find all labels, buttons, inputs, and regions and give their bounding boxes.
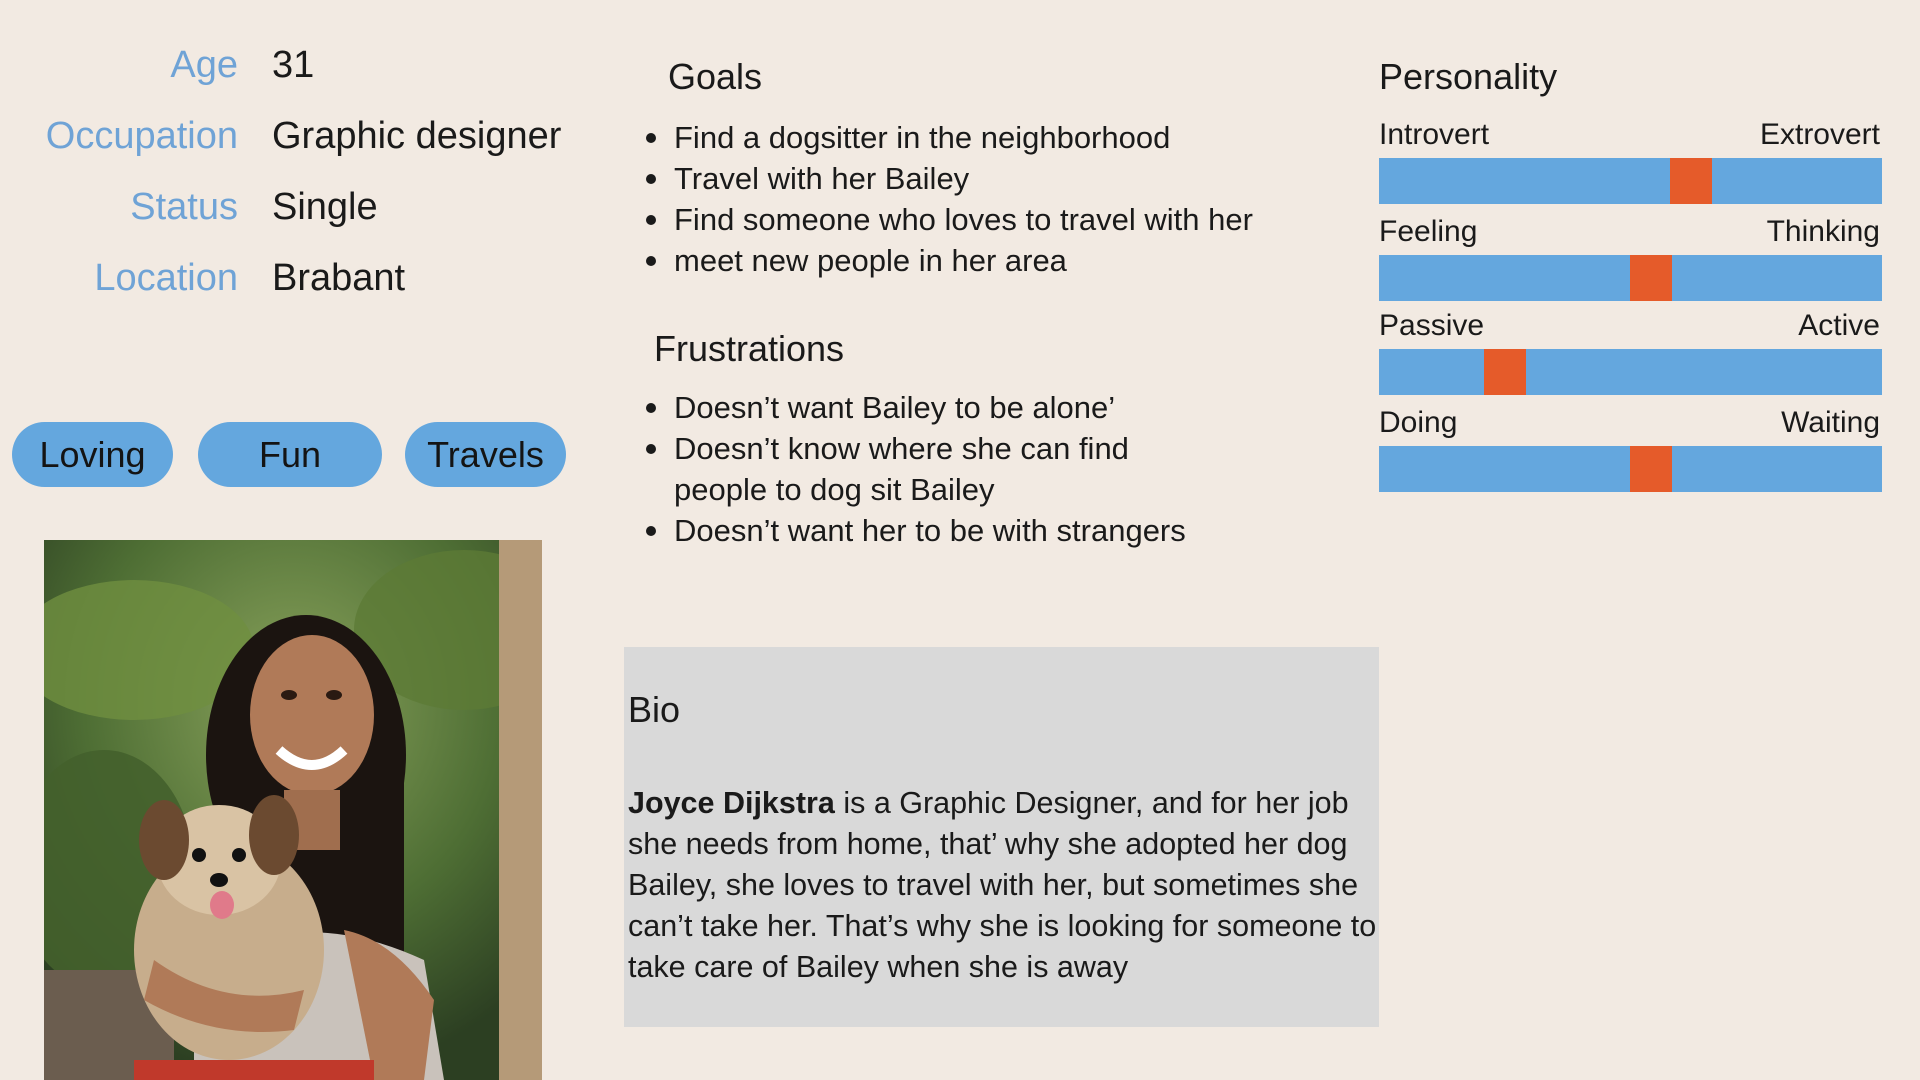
age-label: Age [170,44,238,86]
age-value: 31 [272,44,315,86]
frustration-item: Doesn’t want her to be with strangers [644,510,1186,551]
trait-left-label: Doing [1379,406,1458,439]
trait-slider-track [1379,255,1882,301]
trait-left-label: Introvert [1379,118,1490,151]
occupation-label: Occupation [45,115,238,157]
personality-title: Personality [1379,56,1558,97]
status-row: Status Single [0,186,620,246]
trait-introvert-extrovert: Introvert Extrovert [1378,118,1882,208]
occupation-row: Occupation Graphic designer [0,115,620,175]
trait-slider-marker [1629,255,1672,301]
persona-photo [44,540,542,1080]
bio-text: Joyce Dijkstra is a Graphic Designer, an… [628,783,1378,988]
trait-slider-track [1379,158,1882,204]
trait-left-label: Feeling [1379,215,1478,248]
tag-travels: Travels [405,422,566,487]
trait-right-label: Active [1798,309,1880,342]
frustration-item: Doesn’t know where she can find people t… [644,428,1154,510]
trait-passive-active: Passive Active [1378,309,1882,399]
age-row: Age 31 [0,44,620,104]
persona-photo-illustration [44,540,542,1080]
trait-right-label: Extrovert [1759,118,1880,151]
trait-slider-marker [1483,349,1526,395]
occupation-value: Graphic designer [272,115,562,157]
goal-item: Find someone who loves to travel with he… [644,199,1253,240]
status-label: Status [130,186,238,228]
goals-title: Goals [668,56,763,97]
trait-slider-marker [1629,446,1672,492]
trait-right-label: Waiting [1781,406,1880,439]
goal-item: Find a dogsitter in the neighborhood [644,117,1253,158]
bio-title: Bio [628,689,681,730]
goals-list: Find a dogsitter in the neighborhood Tra… [644,117,1253,281]
trait-right-label: Thinking [1766,215,1880,248]
trait-slider-marker [1669,158,1712,204]
trait-feeling-thinking: Feeling Thinking [1378,215,1882,305]
status-value: Single [272,186,378,228]
trait-slider-track [1379,349,1882,395]
frustrations-title: Frustrations [654,328,845,369]
bio-name: Joyce Dijkstra [628,786,835,820]
bio-card: Bio Joyce Dijkstra is a Graphic Designer… [624,647,1379,1027]
tag-fun: Fun [198,422,382,487]
goal-item: Travel with her Bailey [644,158,1253,199]
location-label: Location [94,257,238,299]
trait-doing-waiting: Doing Waiting [1378,406,1882,496]
frustration-item: Doesn’t want Bailey to be alone’ [644,387,1154,428]
tag-loving: Loving [12,422,173,487]
trait-left-label: Passive [1379,309,1485,342]
location-value: Brabant [272,257,406,299]
goal-item: meet new people in her area [644,240,1253,281]
location-row: Location Brabant [0,257,620,317]
frustrations-list: Doesn’t want Bailey to be alone’ Doesn’t… [644,387,1186,551]
trait-slider-track [1379,446,1882,492]
